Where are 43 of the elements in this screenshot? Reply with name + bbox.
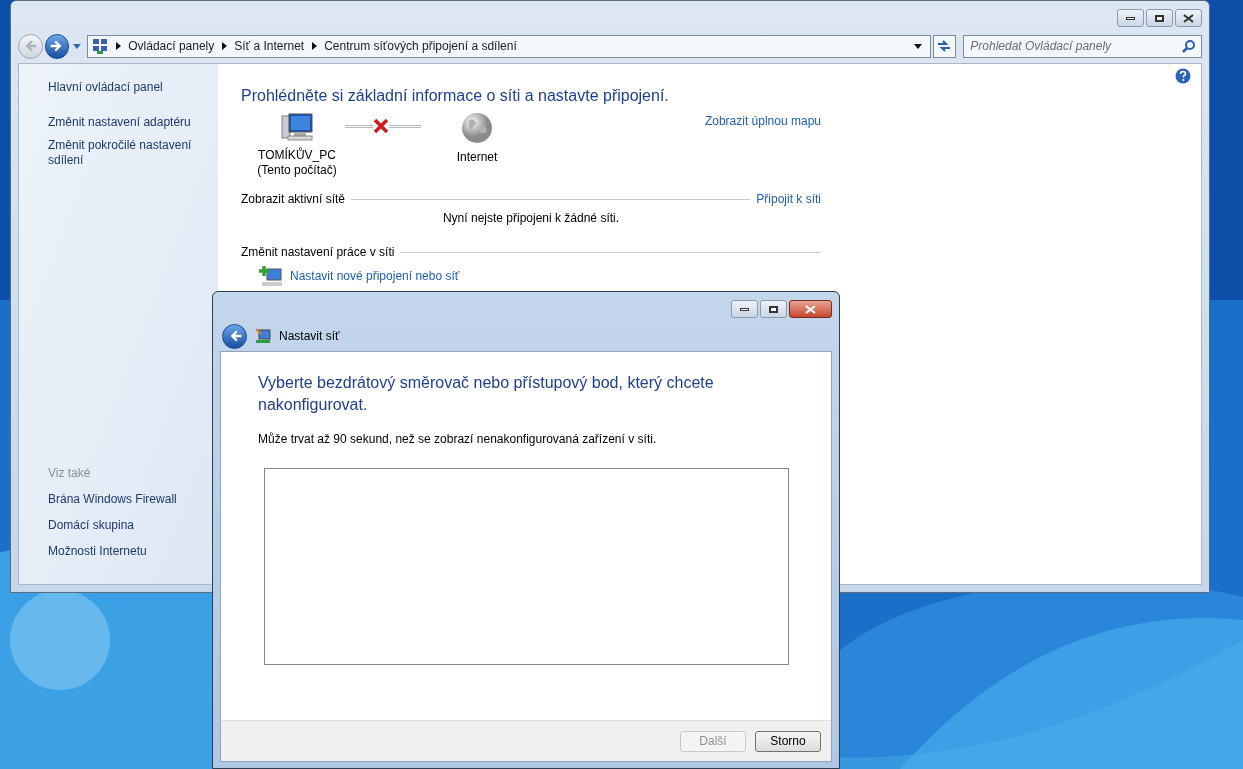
status-message: Nyní nejste připojeni k žádné síti.	[442, 210, 620, 227]
computer-icon	[280, 112, 314, 142]
forward-button[interactable]	[44, 33, 70, 59]
close-icon	[805, 304, 816, 314]
breadcrumb[interactable]: Síť a Internet	[230, 37, 309, 55]
network-setup-icon	[259, 265, 282, 286]
search-field[interactable]: Prohledat Ovládací panely	[963, 34, 1202, 58]
task-link[interactable]: Nastavit nové připojení nebo síť	[290, 266, 460, 285]
close-button[interactable]	[789, 300, 832, 318]
section-heading: Zobrazit aktivní sítě	[241, 191, 346, 208]
close-icon	[1183, 13, 1194, 23]
map-link[interactable]: Zobrazit úplnou mapu	[704, 112, 821, 130]
node-label: Internet	[456, 150, 498, 165]
minimize-button[interactable]	[1117, 9, 1144, 27]
dialog-note: Může trvat až 90 sekund, než se zobrazí nenakonfigurovaná zařízení v síti.	[258, 431, 658, 448]
sidebar-link[interactable]: Hlavní ovládací panel	[48, 80, 218, 95]
address-bar[interactable]: Ovládací panely Síť a Internet Centrum síťových připojení a sdílení	[87, 34, 931, 58]
minimize-button[interactable]	[731, 300, 758, 318]
section-heading: Změnit nastavení práce v síti	[241, 244, 395, 261]
dialog-button[interactable]: Storno	[755, 730, 821, 752]
node-label: TOMÍKŮV_PC	[258, 148, 336, 163]
dialog-heading: Vyberte bezdrátový směrovač nebo přístupový bod, který chcete nakonfigurovat.	[258, 373, 715, 415]
connect-link[interactable]: Připojit k síti	[756, 190, 821, 208]
refresh-button[interactable]	[932, 34, 957, 58]
globe-icon	[461, 112, 493, 144]
maximize-button[interactable]	[760, 300, 787, 318]
maximize-button[interactable]	[1146, 9, 1173, 27]
page-heading: Prohlédněte si základní informace o síti a nastavte připojení.	[241, 86, 670, 106]
breadcrumb[interactable]: Centrum síťových připojení a sdílení	[320, 37, 521, 55]
breadcrumb[interactable]: Ovládací panely	[124, 37, 219, 55]
network-icon	[255, 328, 271, 344]
see-also-heading: Viz také	[48, 465, 92, 482]
refresh-icon	[936, 39, 953, 53]
control-panel-icon	[92, 38, 109, 54]
sidebar-link[interactable]: Změnit pokročilé nastavení sdílení	[48, 138, 218, 168]
sidebar-link[interactable]: Změnit nastavení adaptéru	[48, 115, 218, 130]
node-sublabel: (Tento počítač)	[257, 163, 337, 178]
dropdown-icon[interactable]	[911, 41, 924, 51]
close-button[interactable]	[1175, 9, 1202, 27]
dialog-title: Nastavit síť	[279, 328, 340, 345]
search-icon	[1182, 38, 1196, 53]
help-icon[interactable]	[1175, 68, 1191, 84]
back-button[interactable]	[222, 323, 247, 349]
